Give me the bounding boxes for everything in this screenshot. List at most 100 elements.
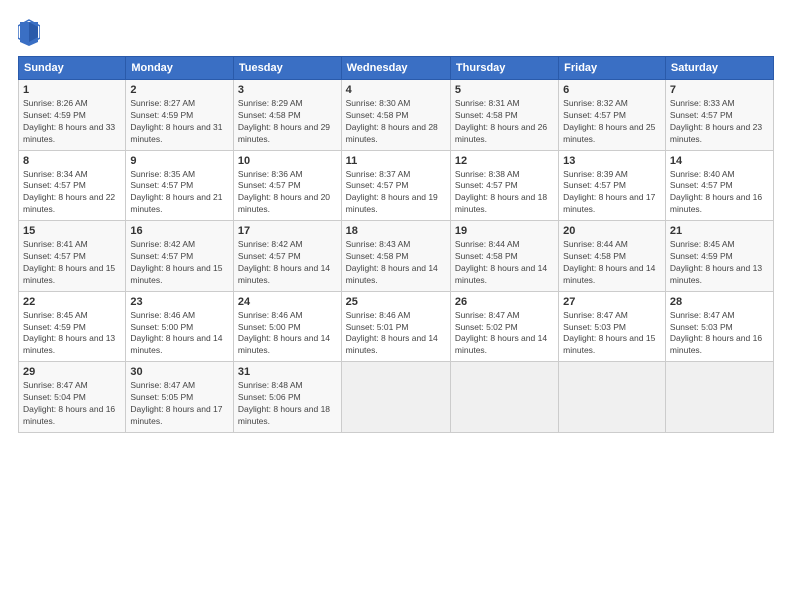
calendar-cell: 29 Sunrise: 8:47 AM Sunset: 5:04 PM Dayl… (19, 362, 126, 433)
day-info: Sunrise: 8:38 AM Sunset: 4:57 PM Dayligh… (455, 169, 554, 217)
day-info: Sunrise: 8:29 AM Sunset: 4:58 PM Dayligh… (238, 98, 337, 146)
day-info: Sunrise: 8:43 AM Sunset: 4:58 PM Dayligh… (346, 239, 446, 287)
day-number: 19 (455, 225, 554, 237)
day-info: Sunrise: 8:42 AM Sunset: 4:57 PM Dayligh… (238, 239, 337, 287)
calendar-cell: 15 Sunrise: 8:41 AM Sunset: 4:57 PM Dayl… (19, 221, 126, 292)
day-number: 6 (563, 84, 661, 96)
column-header-tuesday: Tuesday (233, 57, 341, 80)
day-number: 5 (455, 84, 554, 96)
day-number: 11 (346, 155, 446, 167)
calendar-cell: 25 Sunrise: 8:46 AM Sunset: 5:01 PM Dayl… (341, 291, 450, 362)
calendar-cell: 16 Sunrise: 8:42 AM Sunset: 4:57 PM Dayl… (126, 221, 234, 292)
day-number: 21 (670, 225, 769, 237)
calendar-cell: 5 Sunrise: 8:31 AM Sunset: 4:58 PM Dayli… (450, 80, 558, 151)
day-info: Sunrise: 8:47 AM Sunset: 5:03 PM Dayligh… (670, 310, 769, 358)
day-number: 20 (563, 225, 661, 237)
calendar-cell: 30 Sunrise: 8:47 AM Sunset: 5:05 PM Dayl… (126, 362, 234, 433)
day-number: 8 (23, 155, 121, 167)
day-number: 28 (670, 296, 769, 308)
day-info: Sunrise: 8:32 AM Sunset: 4:57 PM Dayligh… (563, 98, 661, 146)
day-info: Sunrise: 8:35 AM Sunset: 4:57 PM Dayligh… (130, 169, 229, 217)
day-number: 30 (130, 366, 229, 378)
day-info: Sunrise: 8:26 AM Sunset: 4:59 PM Dayligh… (23, 98, 121, 146)
day-number: 27 (563, 296, 661, 308)
day-number: 18 (346, 225, 446, 237)
calendar-cell: 14 Sunrise: 8:40 AM Sunset: 4:57 PM Dayl… (665, 150, 773, 221)
day-number: 14 (670, 155, 769, 167)
day-number: 2 (130, 84, 229, 96)
day-number: 3 (238, 84, 337, 96)
column-header-monday: Monday (126, 57, 234, 80)
day-number: 16 (130, 225, 229, 237)
day-number: 26 (455, 296, 554, 308)
day-number: 10 (238, 155, 337, 167)
day-number: 17 (238, 225, 337, 237)
day-number: 15 (23, 225, 121, 237)
day-number: 31 (238, 366, 337, 378)
day-info: Sunrise: 8:44 AM Sunset: 4:58 PM Dayligh… (455, 239, 554, 287)
day-info: Sunrise: 8:27 AM Sunset: 4:59 PM Dayligh… (130, 98, 229, 146)
calendar-cell: 9 Sunrise: 8:35 AM Sunset: 4:57 PM Dayli… (126, 150, 234, 221)
day-info: Sunrise: 8:39 AM Sunset: 4:57 PM Dayligh… (563, 169, 661, 217)
day-number: 13 (563, 155, 661, 167)
calendar-cell: 12 Sunrise: 8:38 AM Sunset: 4:57 PM Dayl… (450, 150, 558, 221)
calendar-cell (341, 362, 450, 433)
day-info: Sunrise: 8:30 AM Sunset: 4:58 PM Dayligh… (346, 98, 446, 146)
day-info: Sunrise: 8:45 AM Sunset: 4:59 PM Dayligh… (23, 310, 121, 358)
calendar-cell: 4 Sunrise: 8:30 AM Sunset: 4:58 PM Dayli… (341, 80, 450, 151)
day-info: Sunrise: 8:42 AM Sunset: 4:57 PM Dayligh… (130, 239, 229, 287)
calendar-week-3: 15 Sunrise: 8:41 AM Sunset: 4:57 PM Dayl… (19, 221, 774, 292)
day-info: Sunrise: 8:44 AM Sunset: 4:58 PM Dayligh… (563, 239, 661, 287)
page: SundayMondayTuesdayWednesdayThursdayFrid… (0, 0, 792, 612)
day-number: 9 (130, 155, 229, 167)
day-info: Sunrise: 8:34 AM Sunset: 4:57 PM Dayligh… (23, 169, 121, 217)
calendar-cell: 19 Sunrise: 8:44 AM Sunset: 4:58 PM Dayl… (450, 221, 558, 292)
day-number: 25 (346, 296, 446, 308)
calendar-table: SundayMondayTuesdayWednesdayThursdayFrid… (18, 56, 774, 433)
day-info: Sunrise: 8:37 AM Sunset: 4:57 PM Dayligh… (346, 169, 446, 217)
day-number: 23 (130, 296, 229, 308)
calendar-cell: 20 Sunrise: 8:44 AM Sunset: 4:58 PM Dayl… (559, 221, 666, 292)
day-info: Sunrise: 8:47 AM Sunset: 5:04 PM Dayligh… (23, 380, 121, 428)
day-info: Sunrise: 8:33 AM Sunset: 4:57 PM Dayligh… (670, 98, 769, 146)
day-number: 22 (23, 296, 121, 308)
calendar-cell (665, 362, 773, 433)
calendar-week-4: 22 Sunrise: 8:45 AM Sunset: 4:59 PM Dayl… (19, 291, 774, 362)
calendar-cell (450, 362, 558, 433)
column-header-sunday: Sunday (19, 57, 126, 80)
calendar-cell: 21 Sunrise: 8:45 AM Sunset: 4:59 PM Dayl… (665, 221, 773, 292)
calendar-cell: 26 Sunrise: 8:47 AM Sunset: 5:02 PM Dayl… (450, 291, 558, 362)
day-info: Sunrise: 8:46 AM Sunset: 5:00 PM Dayligh… (238, 310, 337, 358)
calendar-cell: 7 Sunrise: 8:33 AM Sunset: 4:57 PM Dayli… (665, 80, 773, 151)
calendar-cell (559, 362, 666, 433)
calendar-cell: 2 Sunrise: 8:27 AM Sunset: 4:59 PM Dayli… (126, 80, 234, 151)
calendar-cell: 23 Sunrise: 8:46 AM Sunset: 5:00 PM Dayl… (126, 291, 234, 362)
calendar-cell: 13 Sunrise: 8:39 AM Sunset: 4:57 PM Dayl… (559, 150, 666, 221)
calendar-cell: 24 Sunrise: 8:46 AM Sunset: 5:00 PM Dayl… (233, 291, 341, 362)
day-info: Sunrise: 8:47 AM Sunset: 5:02 PM Dayligh… (455, 310, 554, 358)
calendar-week-2: 8 Sunrise: 8:34 AM Sunset: 4:57 PM Dayli… (19, 150, 774, 221)
calendar-cell: 18 Sunrise: 8:43 AM Sunset: 4:58 PM Dayl… (341, 221, 450, 292)
calendar-week-5: 29 Sunrise: 8:47 AM Sunset: 5:04 PM Dayl… (19, 362, 774, 433)
calendar-cell: 3 Sunrise: 8:29 AM Sunset: 4:58 PM Dayli… (233, 80, 341, 151)
column-header-wednesday: Wednesday (341, 57, 450, 80)
day-info: Sunrise: 8:40 AM Sunset: 4:57 PM Dayligh… (670, 169, 769, 217)
calendar-cell: 31 Sunrise: 8:48 AM Sunset: 5:06 PM Dayl… (233, 362, 341, 433)
calendar-cell: 11 Sunrise: 8:37 AM Sunset: 4:57 PM Dayl… (341, 150, 450, 221)
day-number: 12 (455, 155, 554, 167)
day-info: Sunrise: 8:45 AM Sunset: 4:59 PM Dayligh… (670, 239, 769, 287)
day-info: Sunrise: 8:47 AM Sunset: 5:03 PM Dayligh… (563, 310, 661, 358)
calendar-cell: 10 Sunrise: 8:36 AM Sunset: 4:57 PM Dayl… (233, 150, 341, 221)
day-info: Sunrise: 8:47 AM Sunset: 5:05 PM Dayligh… (130, 380, 229, 428)
day-number: 29 (23, 366, 121, 378)
header (18, 18, 774, 46)
column-header-saturday: Saturday (665, 57, 773, 80)
day-number: 24 (238, 296, 337, 308)
logo (18, 18, 44, 46)
day-info: Sunrise: 8:46 AM Sunset: 5:00 PM Dayligh… (130, 310, 229, 358)
day-number: 1 (23, 84, 121, 96)
calendar-cell: 17 Sunrise: 8:42 AM Sunset: 4:57 PM Dayl… (233, 221, 341, 292)
calendar-cell: 6 Sunrise: 8:32 AM Sunset: 4:57 PM Dayli… (559, 80, 666, 151)
calendar-cell: 28 Sunrise: 8:47 AM Sunset: 5:03 PM Dayl… (665, 291, 773, 362)
day-info: Sunrise: 8:36 AM Sunset: 4:57 PM Dayligh… (238, 169, 337, 217)
